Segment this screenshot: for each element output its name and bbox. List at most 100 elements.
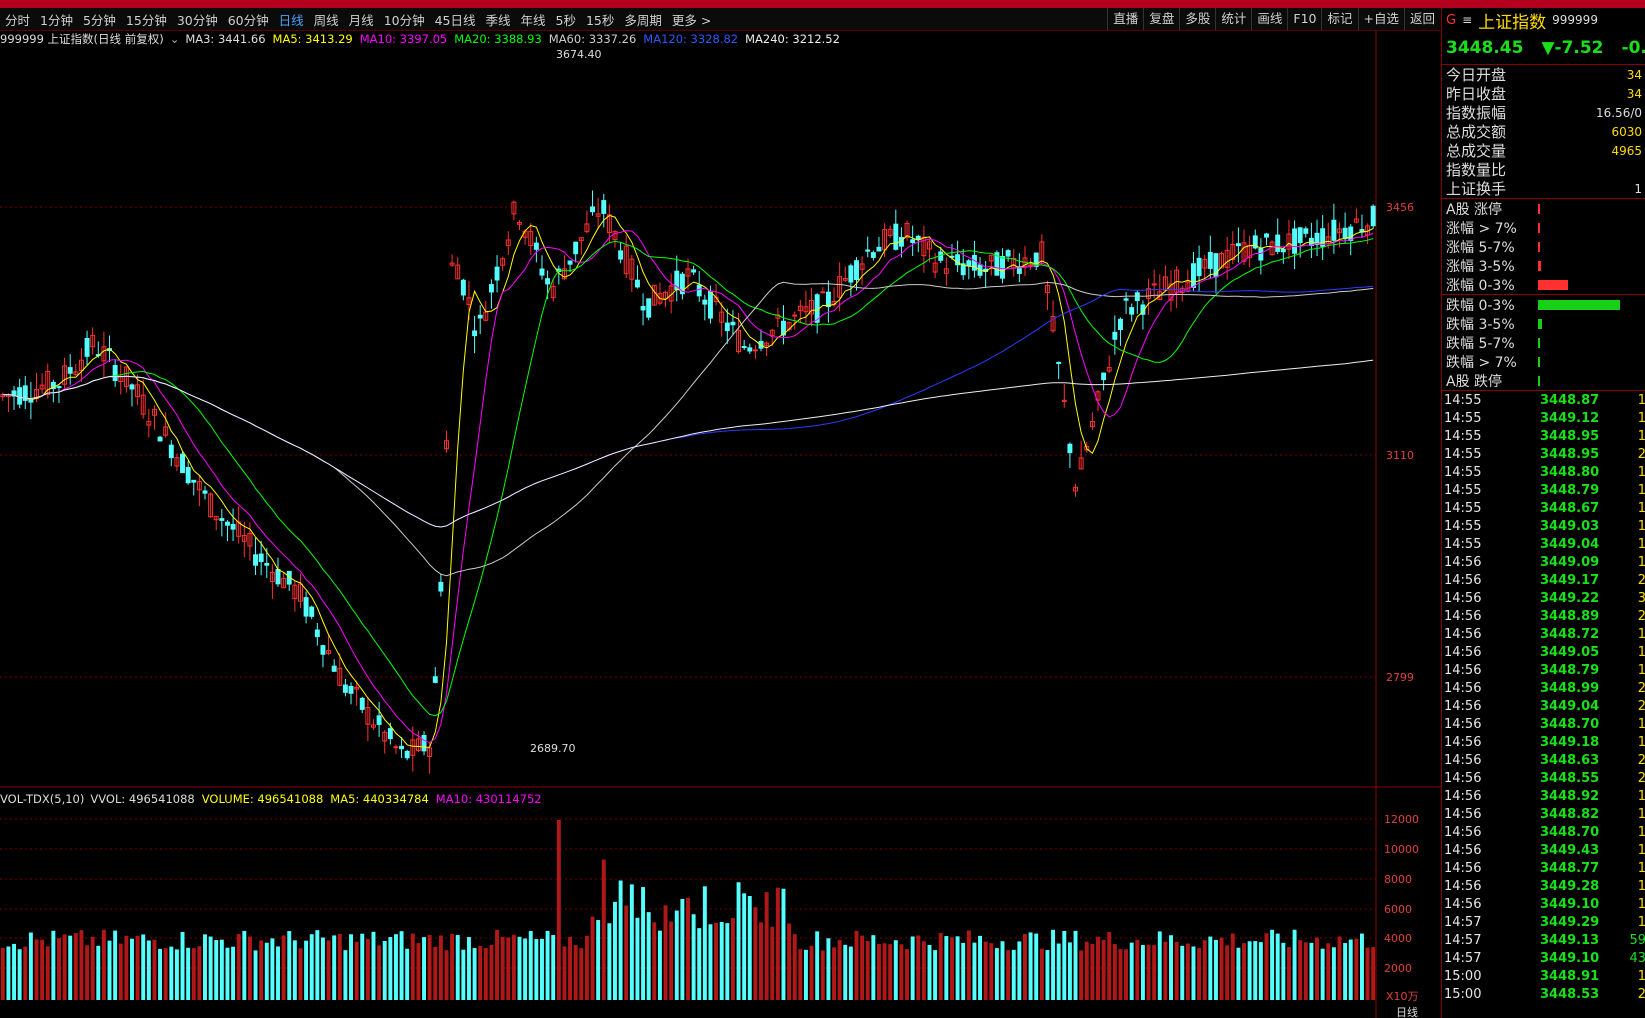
volume-legend-item: MA5: 440334784	[330, 792, 429, 806]
candle-body	[1067, 443, 1073, 454]
tab-period[interactable]: 1分钟	[35, 10, 78, 29]
toolbar-button[interactable]: 返回	[1403, 8, 1440, 30]
tab-period[interactable]: 30分钟	[172, 10, 223, 29]
ma-line	[2, 230, 1374, 744]
volume-legend: VOL-TDX(5,10) VVOL: 496541088 VOLUME: 496…	[0, 791, 555, 807]
tab-period[interactable]: 15秒	[581, 10, 619, 29]
tick-time: 14:57	[1444, 932, 1482, 948]
g-icon[interactable]: G	[1446, 13, 1456, 28]
tab-period[interactable]: 月线	[344, 10, 379, 29]
volume-bar	[781, 888, 786, 1000]
volume-bar	[545, 930, 550, 1000]
candle-body	[365, 707, 371, 725]
candle-body	[1247, 244, 1253, 259]
menu-icon[interactable]: ≡	[1462, 13, 1472, 27]
toolbar-button[interactable]: F10	[1287, 8, 1321, 30]
volume-bar	[118, 943, 123, 1000]
candle-body	[1073, 486, 1078, 492]
candle-body	[303, 597, 309, 617]
toolbar-button[interactable]: 画线	[1251, 8, 1287, 30]
candle-body	[466, 297, 472, 306]
candle-body	[1123, 298, 1129, 301]
tick-volume: 1	[1607, 861, 1645, 876]
tick-volume: 59	[1629, 932, 1645, 948]
distribution-bar	[1538, 222, 1540, 233]
candle-body	[286, 570, 292, 585]
candle-body	[247, 532, 253, 547]
tab-period[interactable]: 10分钟	[379, 10, 430, 29]
tick-row: 14:56 3448.89 2	[1442, 607, 1645, 625]
volume-bar	[933, 950, 938, 1000]
advance-distribution: A股 涨停 涨幅 > 7% 涨幅 5-7% 涨幅 3-5% 涨幅 0-3%	[1442, 199, 1645, 295]
price-axis-label: 3110	[1386, 449, 1414, 462]
toolbar-button[interactable]: 统计	[1215, 8, 1251, 30]
tick-list[interactable]: 14:553448.87114:553449.12114:553448.9511…	[1442, 391, 1645, 1003]
tab-period[interactable]: 5分钟	[78, 10, 121, 29]
distribution-bar	[1538, 299, 1620, 310]
volume-legend-items: VVOL: 496541088 VOLUME: 496541088 MA5: 440…	[90, 792, 548, 806]
candle-body	[348, 685, 354, 694]
tick-time: 14:55	[1444, 392, 1482, 408]
tick-time: 14:56	[1444, 716, 1482, 732]
tab-period[interactable]: 60分钟	[223, 10, 274, 29]
tick-price: 3448.67	[1539, 500, 1600, 516]
candle-body	[202, 490, 208, 494]
period-toolbar: 分时 1分钟 5分钟 15分钟 30分钟 60分钟 日线 周线 月线 10分钟 45日线 季线 年线 5秒…	[0, 8, 1440, 31]
volume-bar	[152, 939, 157, 1000]
volume-bar	[169, 946, 174, 1000]
price-change: ▼-7.52	[1541, 38, 1604, 58]
toolbar-button[interactable]: 多股	[1179, 8, 1215, 30]
volume-bar	[983, 941, 988, 1000]
decline-distribution: 跌幅 0-3% 跌幅 3-5% 跌幅 5-7% 跌幅 > 7% A股 跌停	[1442, 295, 1645, 391]
tab-period[interactable]: 日线	[274, 10, 309, 29]
tick-row: 14:56 3448.72 1	[1442, 625, 1645, 643]
tab-period[interactable]: 多周期	[619, 10, 667, 29]
tick-time: 14:55	[1444, 410, 1482, 426]
candle-body	[314, 629, 320, 638]
volume-bar	[1343, 943, 1348, 1000]
toolbar-button[interactable]: 复盘	[1143, 8, 1179, 30]
volume-bar	[775, 887, 780, 1000]
tab-period[interactable]: 分时	[0, 10, 35, 29]
volume-bar	[1320, 948, 1325, 1000]
candle-body	[444, 440, 449, 450]
tab-period[interactable]: 5秒	[551, 10, 581, 29]
tab-period[interactable]: 年线	[516, 10, 551, 29]
volume-bar	[848, 946, 853, 1000]
toolbar-button[interactable]: 直播	[1107, 8, 1143, 30]
tick-time: 14:55	[1444, 428, 1482, 444]
volume-bar	[680, 898, 685, 1000]
volume-bar	[96, 945, 101, 1000]
candle-body	[500, 258, 506, 266]
tick-row: 14:56 3448.77 1	[1442, 859, 1645, 877]
tab-period[interactable]: 15分钟	[121, 10, 172, 29]
candle-body	[1157, 291, 1163, 301]
candle-body	[123, 366, 129, 387]
volume-bar	[455, 935, 460, 1000]
volume-bar	[208, 936, 213, 1000]
tab-period[interactable]: 季线	[481, 10, 516, 29]
volume-bar	[1371, 947, 1376, 1000]
tab-period[interactable]: 45日线	[430, 10, 481, 29]
distribution-label: A股 涨停	[1446, 201, 1503, 218]
toolbar-button[interactable]: +自选	[1357, 8, 1404, 30]
chevron-down-icon[interactable]: ⌄	[170, 32, 180, 46]
volume-bar	[770, 926, 775, 1000]
candle-body	[404, 750, 410, 759]
volume-bar	[523, 938, 528, 1000]
kline-chart[interactable]: 3456 3110 2799 12000 10000 8000 6000 4000 2000 X1…	[0, 0, 1441, 1018]
toolbar-button[interactable]: 标记	[1321, 8, 1357, 30]
candle-body	[449, 262, 455, 266]
tab-period[interactable]: 更多 >	[667, 10, 716, 29]
tick-volume: 1	[1607, 411, 1645, 426]
volume-bar	[646, 912, 651, 1000]
volume-bar	[62, 934, 67, 1000]
tick-volume: 1	[1607, 645, 1645, 660]
candle-body	[1044, 285, 1050, 294]
volume-bar	[1000, 941, 1005, 1000]
distribution-bar	[1538, 356, 1540, 367]
tab-period[interactable]: 周线	[309, 10, 344, 29]
candle-body	[140, 394, 146, 415]
candle-body	[960, 263, 966, 276]
candle-body	[191, 479, 197, 483]
